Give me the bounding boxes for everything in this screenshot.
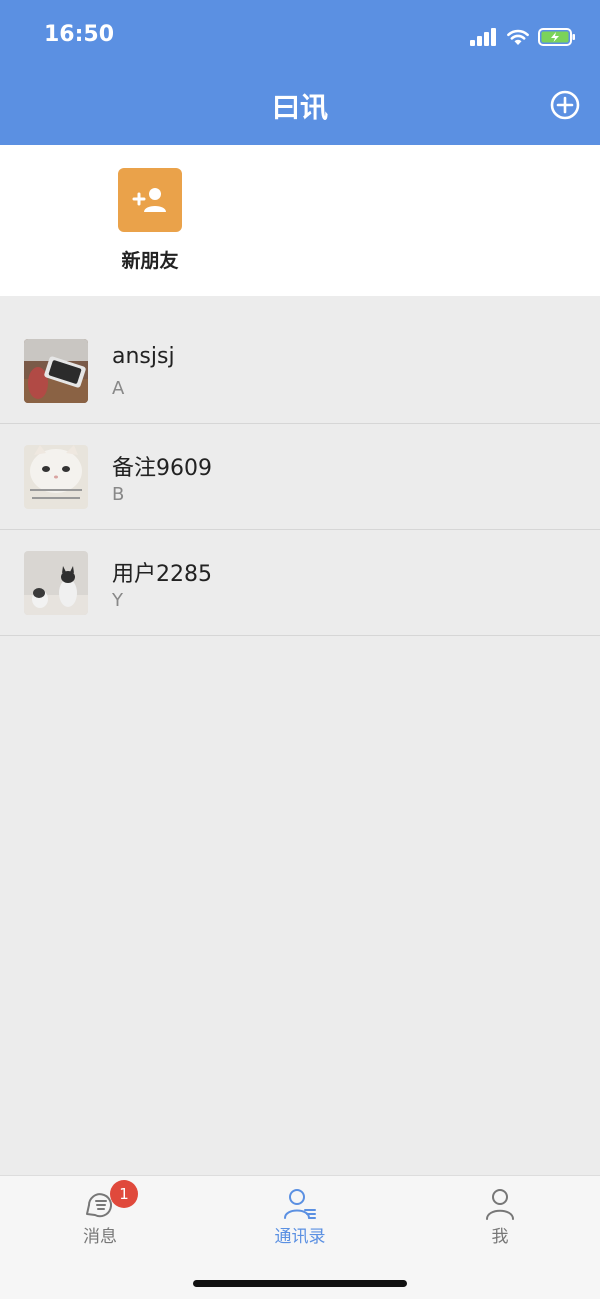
contact-avatar xyxy=(24,339,88,403)
contact-row[interactable]: 备注9609 B xyxy=(0,424,600,530)
app-header: 16:50 曰讯 xyxy=(0,0,600,145)
contact-letter: Y xyxy=(112,590,123,611)
contact-avatar xyxy=(24,551,88,615)
new-friend-label: 新朋友 xyxy=(121,250,179,272)
page-title: 曰讯 xyxy=(271,91,328,124)
contact-avatar xyxy=(24,445,88,509)
unread-badge: 1 xyxy=(110,1180,138,1208)
status-time: 16:50 xyxy=(44,22,115,47)
contact-list: ansjsj A 备注9609 B 用户2285 Y xyxy=(0,318,600,636)
contact-letter: B xyxy=(112,484,125,505)
battery-icon xyxy=(538,28,575,46)
contact-name: 用户2285 xyxy=(112,562,212,587)
tab-messages-label: 消息 xyxy=(83,1227,117,1247)
contact-row[interactable]: ansjsj A xyxy=(0,318,600,424)
contact-name: 备注9609 xyxy=(112,456,212,481)
home-indicator xyxy=(193,1280,407,1287)
new-friend-button[interactable]: 新朋友 xyxy=(104,168,196,273)
signal-icon xyxy=(470,28,496,46)
tab-messages[interactable]: 消息 1 xyxy=(40,1180,160,1247)
tab-contacts-label: 通讯录 xyxy=(274,1227,326,1247)
contact-name: ansjsj xyxy=(112,344,175,369)
wifi-icon xyxy=(507,29,529,45)
contact-row[interactable]: 用户2285 Y xyxy=(0,530,600,636)
tab-contacts[interactable]: 通讯录 xyxy=(240,1188,360,1247)
tab-me[interactable]: 我 xyxy=(440,1188,560,1247)
contact-letter: A xyxy=(112,378,125,399)
quick-actions: 新朋友 xyxy=(0,145,600,296)
add-friend-icon xyxy=(118,168,182,232)
status-icons xyxy=(470,26,576,48)
add-circle-icon[interactable] xyxy=(550,90,580,120)
contacts-icon xyxy=(284,1189,316,1219)
tab-me-label: 我 xyxy=(491,1227,509,1247)
user-icon xyxy=(486,1189,514,1220)
